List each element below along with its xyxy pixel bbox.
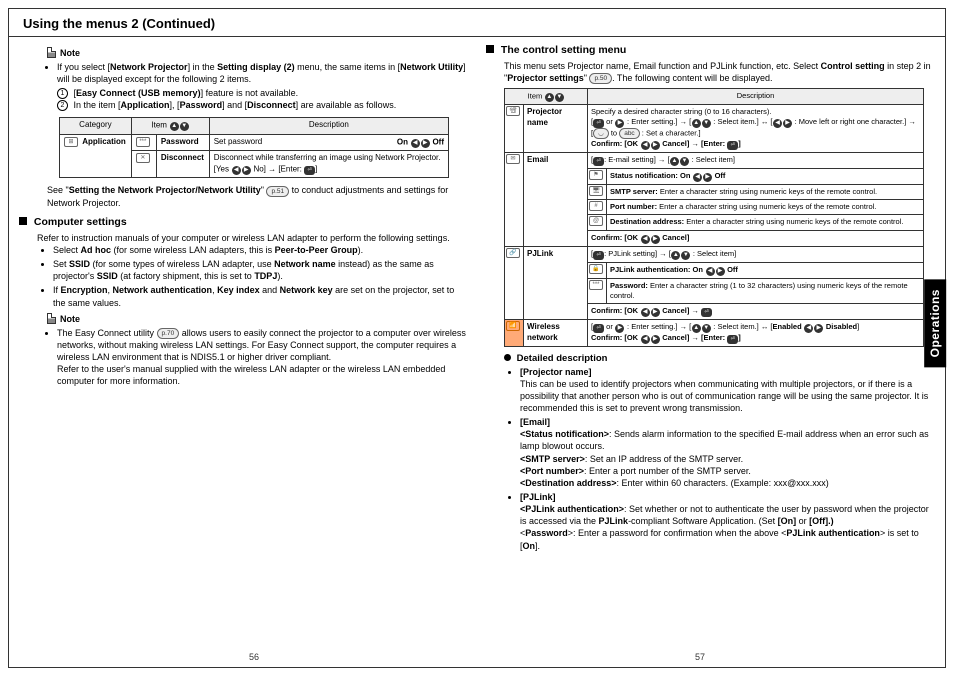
cell-dc-icon: ✕ [131, 151, 156, 178]
computer-settings-title: Computer settings [19, 215, 468, 229]
email-icon: ✉ [506, 154, 520, 164]
comp-list: Select Ad hoc (for some wireless LAN ada… [53, 244, 468, 309]
th-desc: Description [209, 118, 448, 134]
cell-application: ⊞ Application [60, 134, 132, 178]
wireless-icon: 📶 [506, 321, 520, 331]
ct-th-desc: Description [588, 89, 924, 105]
note-bullets: If you select [Network Projector] in the… [57, 61, 468, 85]
th-category: Category [60, 118, 132, 134]
dd-proj: [Projector name]This can be used to iden… [520, 366, 935, 415]
page-number-left: 56 [249, 651, 259, 663]
note-icon [47, 47, 56, 58]
enter-icon: ⏎ [304, 166, 315, 175]
ctrl-title: The control setting menu [486, 43, 935, 57]
th-item: Item ▲▼ [131, 118, 209, 134]
see-line: See "Setting the Network Projector/Netwo… [47, 184, 468, 208]
email-icon-cell: ✉ [505, 153, 524, 246]
ct-th-item: Item ▲▼ [505, 89, 588, 105]
status-icon: ⚑ [589, 170, 603, 180]
app-icon: ⊞ [64, 137, 78, 147]
wl-cell: Wireless network [524, 319, 588, 346]
password-icon: *** [136, 137, 150, 147]
dd-list: [Projector name]This can be used to iden… [520, 366, 935, 552]
up-icon: ▲ [170, 122, 179, 131]
note-label-text: Note [60, 47, 80, 59]
dest-icon: @ [589, 216, 603, 226]
page-ref-70: p.70 [157, 328, 180, 339]
wl-icon-cell: 📶 [505, 319, 524, 346]
email-confirm: Confirm: [OK ◀▶ Cancel] [588, 230, 924, 246]
left-icon: ◀ [411, 139, 420, 148]
note2-list: The Easy Connect utility p.70 allows use… [57, 327, 468, 388]
pjlink-icon: 🔗 [506, 248, 520, 258]
smtp-icon: 🖥 [589, 186, 603, 196]
cell-pw-desc: Set password On ◀▶ Off [209, 134, 448, 150]
content-columns: Note If you select [Network Projector] i… [9, 37, 945, 554]
projector-icon: 📽 [506, 106, 520, 116]
dd-email: [Email] <Status notification>: Sends ala… [520, 416, 935, 489]
application-table: Category Item ▲▼ Description ⊞ Applicati… [59, 117, 449, 178]
circle-2-icon: 2 [57, 100, 68, 111]
pj-pass: Password: Enter a character string (1 to… [607, 278, 924, 303]
cell-password: Password [156, 134, 209, 150]
note-icon [47, 313, 56, 324]
numbered-2: 2 In the item [Application], [Password] … [57, 99, 468, 111]
note2-header: Note [47, 313, 468, 325]
pj-a: [⏎: PJLink setting] → [▲▼ : Select item] [588, 246, 924, 262]
proj-name-cell: Projector name [524, 105, 588, 153]
proj-icon-cell: 📽 [505, 105, 524, 153]
page-frame: Using the menus 2 (Continued) Note If yo… [8, 8, 946, 668]
page-number-right: 57 [695, 651, 705, 663]
pass-icon: *** [589, 280, 603, 290]
comp-li-2: Set SSID (for some types of wireless LAN… [53, 258, 468, 282]
pj-confirm: Confirm: [OK ◀▶ Cancel] → ⏎ [588, 303, 924, 319]
side-tab-operations: Operations [924, 279, 946, 367]
cell-disconnect: Disconnect [156, 151, 209, 178]
page-title: Using the menus 2 (Continued) [9, 15, 945, 37]
pj-icon-cell: 🔗 [505, 246, 524, 319]
circle-1-icon: 1 [57, 88, 68, 99]
dd-title: Detailed description [504, 353, 935, 366]
email-status: Status notification: On ◀▶ Off [607, 169, 924, 185]
email-cell: Email [524, 153, 588, 246]
cell-dc-desc: Disconnect while transferring an image u… [209, 151, 448, 178]
control-table: Item ▲▼ Description 📽 Projector name Spe… [504, 88, 924, 347]
note-line-1: If you select [Network Projector] in the… [57, 61, 468, 85]
down-icon: ▼ [180, 122, 189, 131]
email-a: [⏎: E-mail setting] → [▲▼ : Select item] [588, 153, 924, 169]
page-ref-50: p.50 [589, 73, 612, 84]
auth-icon: 🔒 [589, 264, 603, 274]
right-column: The control setting menu This menu sets … [486, 43, 935, 554]
port-icon: # [589, 201, 603, 211]
comp-intro: Refer to instruction manuals of your com… [37, 232, 468, 244]
numbered-1: 1 [Easy Connect (USB memory)] feature is… [57, 87, 468, 99]
pj-auth: PJLink authentication: On ◀▶ Off [607, 262, 924, 278]
ctrl-intro: This menu sets Projector name, Email fun… [504, 60, 935, 84]
email-port: Port number: Enter a character string us… [607, 200, 924, 215]
page-ref-51: p.51 [266, 186, 289, 197]
pj-cell: PJLink [524, 246, 588, 319]
cell-pw-icon: *** [131, 134, 156, 150]
disconnect-icon: ✕ [136, 153, 150, 163]
email-dest: Destination address: Enter a character s… [607, 215, 924, 230]
wl-desc: [⏎ or ▶ : Enter setting.] → [▲▼ : Select… [588, 319, 924, 346]
dd-pjlink: [PJLink] <PJLink authentication>: Set wh… [520, 491, 935, 552]
note-header: Note [47, 47, 468, 59]
comp-li-3: If Encryption, Network authentication, K… [53, 284, 468, 308]
right-icon: ▶ [421, 139, 430, 148]
comp-li-1: Select Ad hoc (for some wireless LAN ada… [53, 244, 468, 256]
proj-desc-cell: Specify a desired character string (0 to… [588, 105, 924, 153]
note2-label-text: Note [60, 313, 80, 325]
left-column: Note If you select [Network Projector] i… [19, 43, 468, 554]
note2-li: The Easy Connect utility p.70 allows use… [57, 327, 468, 388]
email-smtp: SMTP server: Enter a character string us… [607, 185, 924, 200]
